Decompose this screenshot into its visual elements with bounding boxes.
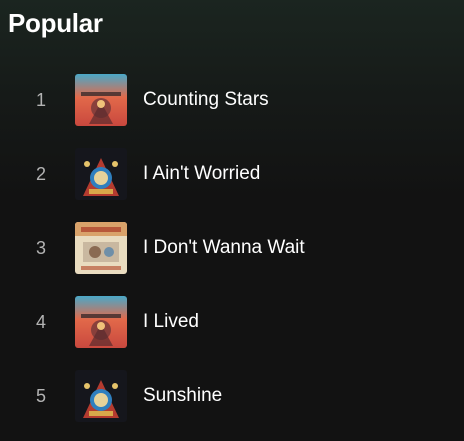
track-title: Sunshine xyxy=(143,385,223,406)
track-title: I Lived xyxy=(143,311,199,332)
album-art-sunset-icon xyxy=(75,74,127,126)
track-number: 4 xyxy=(35,312,46,332)
track-title: Counting Stars xyxy=(143,89,269,110)
track-row[interactable]: 1 Counting Stars xyxy=(0,63,464,137)
section-title: Popular xyxy=(8,8,103,38)
track-number: 3 xyxy=(35,238,46,258)
track-number: 2 xyxy=(35,164,46,184)
track-row[interactable]: 2 I Ain't Worried xyxy=(0,137,464,211)
album-art-dark-carnival-icon xyxy=(75,148,127,200)
track-title: I Don't Wanna Wait xyxy=(143,237,305,258)
track-number: 5 xyxy=(35,386,46,406)
track-row[interactable]: 3 I Don't Wanna Wait xyxy=(0,211,464,285)
album-art-light-icon xyxy=(75,222,127,274)
album-art-dark-carnival-icon xyxy=(75,370,127,422)
popular-track-list: 1 Counting Stars 2 I Ain't Worried 3 I D… xyxy=(0,63,464,433)
album-art-sunset-icon xyxy=(75,296,127,348)
track-title: I Ain't Worried xyxy=(143,163,261,184)
track-row[interactable]: 5 Sunshine xyxy=(0,359,464,433)
track-row[interactable]: 4 I Lived xyxy=(0,285,464,359)
track-number: 1 xyxy=(35,90,46,110)
